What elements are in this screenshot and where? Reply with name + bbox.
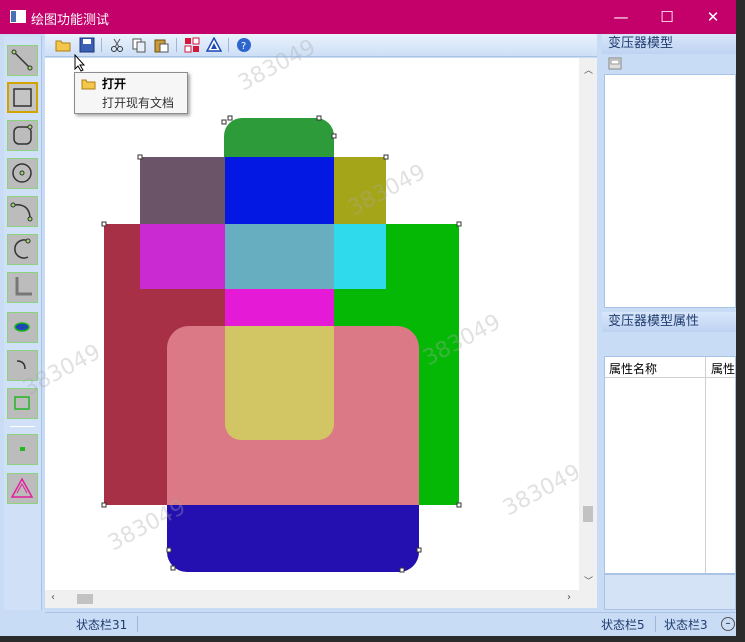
scroll-up-icon[interactable]: ︿ <box>584 63 593 76</box>
handle <box>227 115 233 121</box>
minimize-button[interactable]: — <box>598 0 644 34</box>
arc-tool-icon[interactable] <box>7 196 38 227</box>
paste-icon[interactable] <box>153 37 169 53</box>
yellow-top-fill <box>225 326 334 356</box>
toolbar: ? <box>45 34 597 57</box>
svg-text:?: ? <box>241 41 246 52</box>
close-button[interactable]: ✕ <box>690 0 736 34</box>
point-tool-icon[interactable] <box>7 434 38 465</box>
title-bar[interactable]: 绘图功能测试 — ☐ ✕ <box>0 0 736 34</box>
shape-icon[interactable] <box>205 36 223 53</box>
ellipse-tool-icon[interactable] <box>7 312 38 343</box>
scroll-left-icon[interactable]: ‹ <box>51 592 55 603</box>
steel-rect-shape <box>225 224 334 289</box>
properties-table-header: 属性名称 属性 <box>605 357 735 573</box>
handle <box>399 567 405 573</box>
handle <box>101 221 107 227</box>
pink-rect-shape <box>225 289 334 329</box>
toolbar-separator <box>228 38 229 52</box>
vertical-scroll-thumb[interactable] <box>583 506 593 522</box>
corner-tool-icon[interactable] <box>7 272 38 303</box>
tooltip-title: 打开 <box>102 77 127 91</box>
blue-rect-shape <box>225 157 334 224</box>
handle <box>316 115 322 121</box>
maximize-button[interactable]: ☐ <box>644 0 690 34</box>
copy-icon[interactable] <box>131 37 147 53</box>
toolbar-separator <box>101 38 102 52</box>
tooltip: 打开 打开现有文档 <box>74 72 188 114</box>
scroll-corner <box>579 590 597 608</box>
handle <box>221 119 227 125</box>
line-tool-icon[interactable] <box>7 45 38 76</box>
handle <box>456 502 462 508</box>
save-icon[interactable] <box>79 37 95 53</box>
drawing-canvas[interactable]: 383049 383049 383049 383049 383049 38304… <box>19 35 585 590</box>
status-pane-left: 状态栏31 <box>76 618 128 632</box>
rounded-rect-tool-icon[interactable] <box>7 120 38 151</box>
properties-toolbar <box>604 334 734 356</box>
magenta-rect-shape <box>140 224 225 289</box>
window-title: 绘图功能测试 <box>31 13 110 28</box>
handle <box>383 154 389 160</box>
model-tree-area[interactable] <box>604 74 736 308</box>
mauve-rect-shape <box>140 157 225 224</box>
cyan-rect-shape <box>334 224 386 289</box>
tooltip-description: 打开现有文档 <box>102 96 175 110</box>
folder-open-icon <box>81 77 96 90</box>
status-separator <box>137 616 138 632</box>
handle <box>166 547 172 553</box>
status-bar: 状态栏31 <box>45 612 600 635</box>
scroll-right-icon[interactable]: › <box>567 592 571 603</box>
handle <box>137 154 143 160</box>
mouse-cursor-icon <box>74 53 86 72</box>
curve-arrow-tool-icon[interactable] <box>7 234 38 265</box>
drawing-toolbox <box>4 36 42 610</box>
grid-icon[interactable] <box>184 37 200 53</box>
handle <box>416 547 422 553</box>
cut-icon[interactable] <box>109 37 125 53</box>
handle <box>170 565 176 571</box>
vertical-scrollbar[interactable]: ︿ ﹀ <box>579 58 597 590</box>
rectangle-tool-icon[interactable] <box>7 82 38 113</box>
properties-description-area <box>604 574 736 610</box>
status-pane-3: 状态栏3 <box>664 618 708 632</box>
navy-top-fill <box>167 505 419 525</box>
scroll-down-icon[interactable]: ﹀ <box>584 574 593 587</box>
open-icon[interactable] <box>55 37 71 53</box>
handle <box>456 221 462 227</box>
right-panel: 变压器模型 变压器模型属性 属性名称 属性 <box>602 34 736 610</box>
column-header-value[interactable]: 属性 <box>711 360 735 377</box>
panel-toolbar-icon[interactable] <box>607 57 623 71</box>
properties-table[interactable]: 属性名称 属性 <box>604 356 736 574</box>
status-separator <box>655 616 656 632</box>
column-header-name[interactable]: 属性名称 <box>609 360 657 377</box>
salmon-bottom <box>167 438 419 506</box>
triangle-tool-icon[interactable] <box>7 473 38 504</box>
status-pane-5: 状态栏5 <box>601 618 645 632</box>
handle <box>331 133 337 139</box>
toolbox-separator <box>10 426 35 427</box>
handle <box>101 502 107 508</box>
toolbar-separator <box>176 38 177 52</box>
green-top-tab-bottom <box>224 142 334 158</box>
horizontal-scroll-thumb[interactable] <box>77 594 93 604</box>
circle-tool-icon[interactable] <box>7 158 38 189</box>
app-icon <box>10 10 26 23</box>
horizontal-scrollbar[interactable]: ‹ › <box>45 590 579 608</box>
help-icon[interactable]: ? <box>236 37 252 53</box>
properties-panel-header: 变压器模型属性 <box>602 312 736 332</box>
main-window: 绘图功能测试 — ☐ ✕ ? 383049 383049 383049 3830… <box>0 0 736 636</box>
status-bar-right: 状态栏5 状态栏3 – <box>593 612 736 635</box>
zoom-out-icon[interactable]: – <box>721 617 735 631</box>
model-panel-header: 变压器模型 <box>602 34 736 54</box>
column-divider[interactable] <box>705 357 706 573</box>
